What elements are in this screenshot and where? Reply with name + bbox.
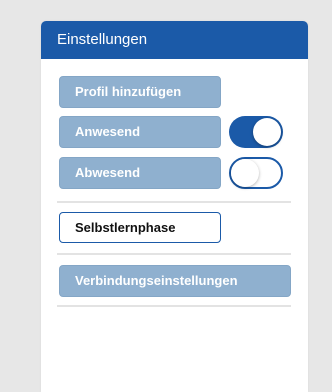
toggle-knob — [231, 159, 259, 187]
panel-header: Einstellungen — [41, 21, 308, 59]
toggle-knob — [253, 118, 281, 146]
divider — [57, 253, 291, 255]
panel-title: Einstellungen — [57, 31, 148, 48]
connection-settings-button[interactable]: Verbindungseinstellungen — [59, 265, 291, 297]
divider — [57, 305, 291, 307]
divider — [57, 201, 291, 203]
add-profile-button[interactable]: Profil hinzufügen — [59, 76, 221, 108]
absent-toggle[interactable] — [229, 157, 283, 189]
present-button[interactable]: Anwesend — [59, 116, 221, 148]
self-study-button[interactable]: Selbstlernphase — [59, 212, 221, 243]
absent-button[interactable]: Abwesend — [59, 157, 221, 189]
present-toggle[interactable] — [229, 116, 283, 148]
settings-panel: Einstellungen Profil hinzufügen Anwesend… — [41, 21, 308, 392]
